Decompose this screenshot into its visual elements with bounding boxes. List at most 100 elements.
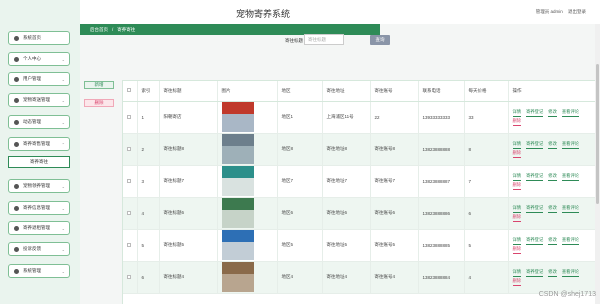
row-checkbox[interactable] xyxy=(127,242,131,247)
breadcrumb-current: 寄养寄往 xyxy=(117,26,136,32)
cell-image xyxy=(217,101,278,134)
register-link[interactable]: 寄养登记 xyxy=(526,205,544,213)
home-icon xyxy=(14,35,19,41)
comments-link[interactable]: 查看评论 xyxy=(561,173,580,181)
register-link[interactable]: 寄养登记 xyxy=(526,269,544,277)
table-row: 5 寄往标题5 地区5 寄往地址5 寄往账号5 13823888885 5 详情 寄养登记 修改查… xyxy=(123,229,599,262)
search-button[interactable]: 查询 xyxy=(370,35,390,45)
edit-link[interactable]: 修改 xyxy=(548,141,557,149)
sidebar-item-label: 寄养退租管理 xyxy=(23,225,50,230)
sidebar-item-label: 寄养信息管理 xyxy=(23,205,50,210)
register-link[interactable]: 寄养登记 xyxy=(526,173,544,181)
vertical-scrollbar[interactable] xyxy=(595,24,600,304)
comments-link[interactable]: 查看评论 xyxy=(561,109,580,117)
pet-store-thumbnail xyxy=(221,166,254,196)
comments-link[interactable]: 查看评论 xyxy=(561,237,580,245)
register-link[interactable]: 寄养登记 xyxy=(526,141,544,149)
row-select-cell[interactable] xyxy=(123,229,138,262)
sidebar-item-users[interactable]: 用户管理 ⌄ xyxy=(8,72,70,86)
detail-link[interactable]: 详情 xyxy=(512,173,522,181)
breadcrumb-home[interactable]: 后台首页 xyxy=(90,27,108,33)
sidebar-item-news[interactable]: 动态管理 ⌄ xyxy=(8,115,70,129)
sidebar-item-profile[interactable]: 个人中心 ⌄ xyxy=(8,52,70,66)
col-header-ops: 操作 xyxy=(508,81,599,102)
row-delete-link[interactable]: 删除 xyxy=(512,214,522,222)
new-button[interactable]: 新增 xyxy=(84,81,114,89)
row-select-cell[interactable] xyxy=(123,101,138,134)
logout-link[interactable]: 退出登录 xyxy=(568,9,586,14)
sidebar-item-adoption[interactable]: 宠物领养管理 ⌄ xyxy=(8,179,70,193)
table-row: 6 寄往标题4 地区4 寄往地址4 寄往账号4 13823888884 4 详情 寄养登记 修改查… xyxy=(123,261,599,294)
sidebar-subitem-foster-send[interactable]: 寄养寄往 xyxy=(8,156,70,168)
comments-link[interactable]: 查看评论 xyxy=(561,269,580,277)
sidebar-item-foster-sale[interactable]: 寄养寄售管理 ⌃ xyxy=(8,137,70,151)
row-select-cell[interactable] xyxy=(123,133,138,166)
cell-phone: 13823888887 xyxy=(418,165,465,198)
row-delete-link[interactable]: 删除 xyxy=(512,182,522,190)
register-link[interactable]: 寄养登记 xyxy=(526,237,544,245)
row-select-cell[interactable] xyxy=(123,197,138,230)
cell-address: 寄往地址7 xyxy=(322,165,371,198)
row-checkbox[interactable] xyxy=(127,210,131,215)
row-checkbox[interactable] xyxy=(127,146,131,151)
cell-index: 6 xyxy=(137,261,160,294)
sidebar-item-label: 系统首页 xyxy=(23,35,41,40)
edit-link[interactable]: 修改 xyxy=(548,205,557,213)
box-icon xyxy=(14,141,19,147)
detail-link[interactable]: 详情 xyxy=(512,269,522,277)
col-header-phone: 联系电话 xyxy=(418,81,465,102)
cell-phone: 13823888885 xyxy=(418,229,465,262)
cell-account: 寄往账号7 xyxy=(370,165,419,198)
detail-link[interactable]: 详情 xyxy=(512,109,522,117)
detail-link[interactable]: 详情 xyxy=(512,141,522,149)
chevron-down-icon: ⌄ xyxy=(61,56,65,62)
row-delete-link[interactable]: 删除 xyxy=(512,278,522,286)
row-checkbox[interactable] xyxy=(127,178,131,183)
cell-phone: 13823888886 xyxy=(418,197,465,230)
row-select-cell[interactable] xyxy=(123,261,138,294)
edit-link[interactable]: 修改 xyxy=(548,237,557,245)
sidebar-item-foster-info[interactable]: 寄养信息管理 ⌄ xyxy=(8,201,70,215)
edit-link[interactable]: 修改 xyxy=(548,269,557,277)
search-input[interactable]: 寄往标题 xyxy=(304,34,344,45)
cell-region: 地区1 xyxy=(277,101,323,134)
users-icon xyxy=(14,76,19,82)
scrollbar-thumb[interactable] xyxy=(596,64,599,204)
sidebar-item-system[interactable]: 系统管理 ⌄ xyxy=(8,264,70,278)
cell-ops: 详情 寄养登记 修改 查看评论删除 xyxy=(508,133,599,166)
cell-phone: 13823888888 xyxy=(418,133,465,166)
user-label: 管理员 admin xyxy=(535,9,563,14)
edit-link[interactable]: 修改 xyxy=(548,109,557,117)
detail-link[interactable]: 详情 xyxy=(512,205,522,213)
cell-region: 地区4 xyxy=(277,261,323,294)
cell-price: 33 xyxy=(464,101,509,134)
comments-link[interactable]: 查看评论 xyxy=(561,205,580,213)
comments-link[interactable]: 查看评论 xyxy=(561,141,580,149)
pet-store-thumbnail xyxy=(221,262,254,292)
col-header-account: 寄往账号 xyxy=(370,81,419,102)
row-delete-link[interactable]: 删除 xyxy=(512,118,522,126)
user-area: 管理员 admin 退出登录 xyxy=(532,9,586,15)
sidebar-item-feedback[interactable]: 投诉反馈 ⌄ xyxy=(8,242,70,256)
register-link[interactable]: 寄养登记 xyxy=(526,109,544,117)
cell-price: 8 xyxy=(464,133,509,166)
sidebar-item-foster-return[interactable]: 寄养退租管理 ⌄ xyxy=(8,221,70,235)
row-delete-link[interactable]: 删除 xyxy=(512,150,522,158)
col-header-region: 地区 xyxy=(277,81,323,102)
row-select-cell[interactable] xyxy=(123,165,138,198)
sidebar-item-home[interactable]: 系统首页 xyxy=(8,31,70,45)
sidebar-item-pet-delivery[interactable]: 宠物寄送管理 ⌄ xyxy=(8,93,70,107)
row-delete-link[interactable]: 删除 xyxy=(512,246,522,254)
chevron-down-icon: ⌄ xyxy=(61,246,65,252)
edit-link[interactable]: 修改 xyxy=(548,173,557,181)
select-all-checkbox[interactable] xyxy=(127,88,131,93)
row-checkbox[interactable] xyxy=(127,114,131,119)
detail-link[interactable]: 详情 xyxy=(512,237,522,245)
sidebar-item-label: 动态管理 xyxy=(23,119,41,124)
chevron-down-icon: ⌄ xyxy=(61,76,65,82)
pet-store-thumbnail xyxy=(221,198,254,228)
chevron-down-icon: ⌄ xyxy=(61,97,65,103)
delete-button[interactable]: 删除 xyxy=(84,99,114,107)
select-all-cell[interactable] xyxy=(123,81,138,102)
row-checkbox[interactable] xyxy=(127,274,131,279)
